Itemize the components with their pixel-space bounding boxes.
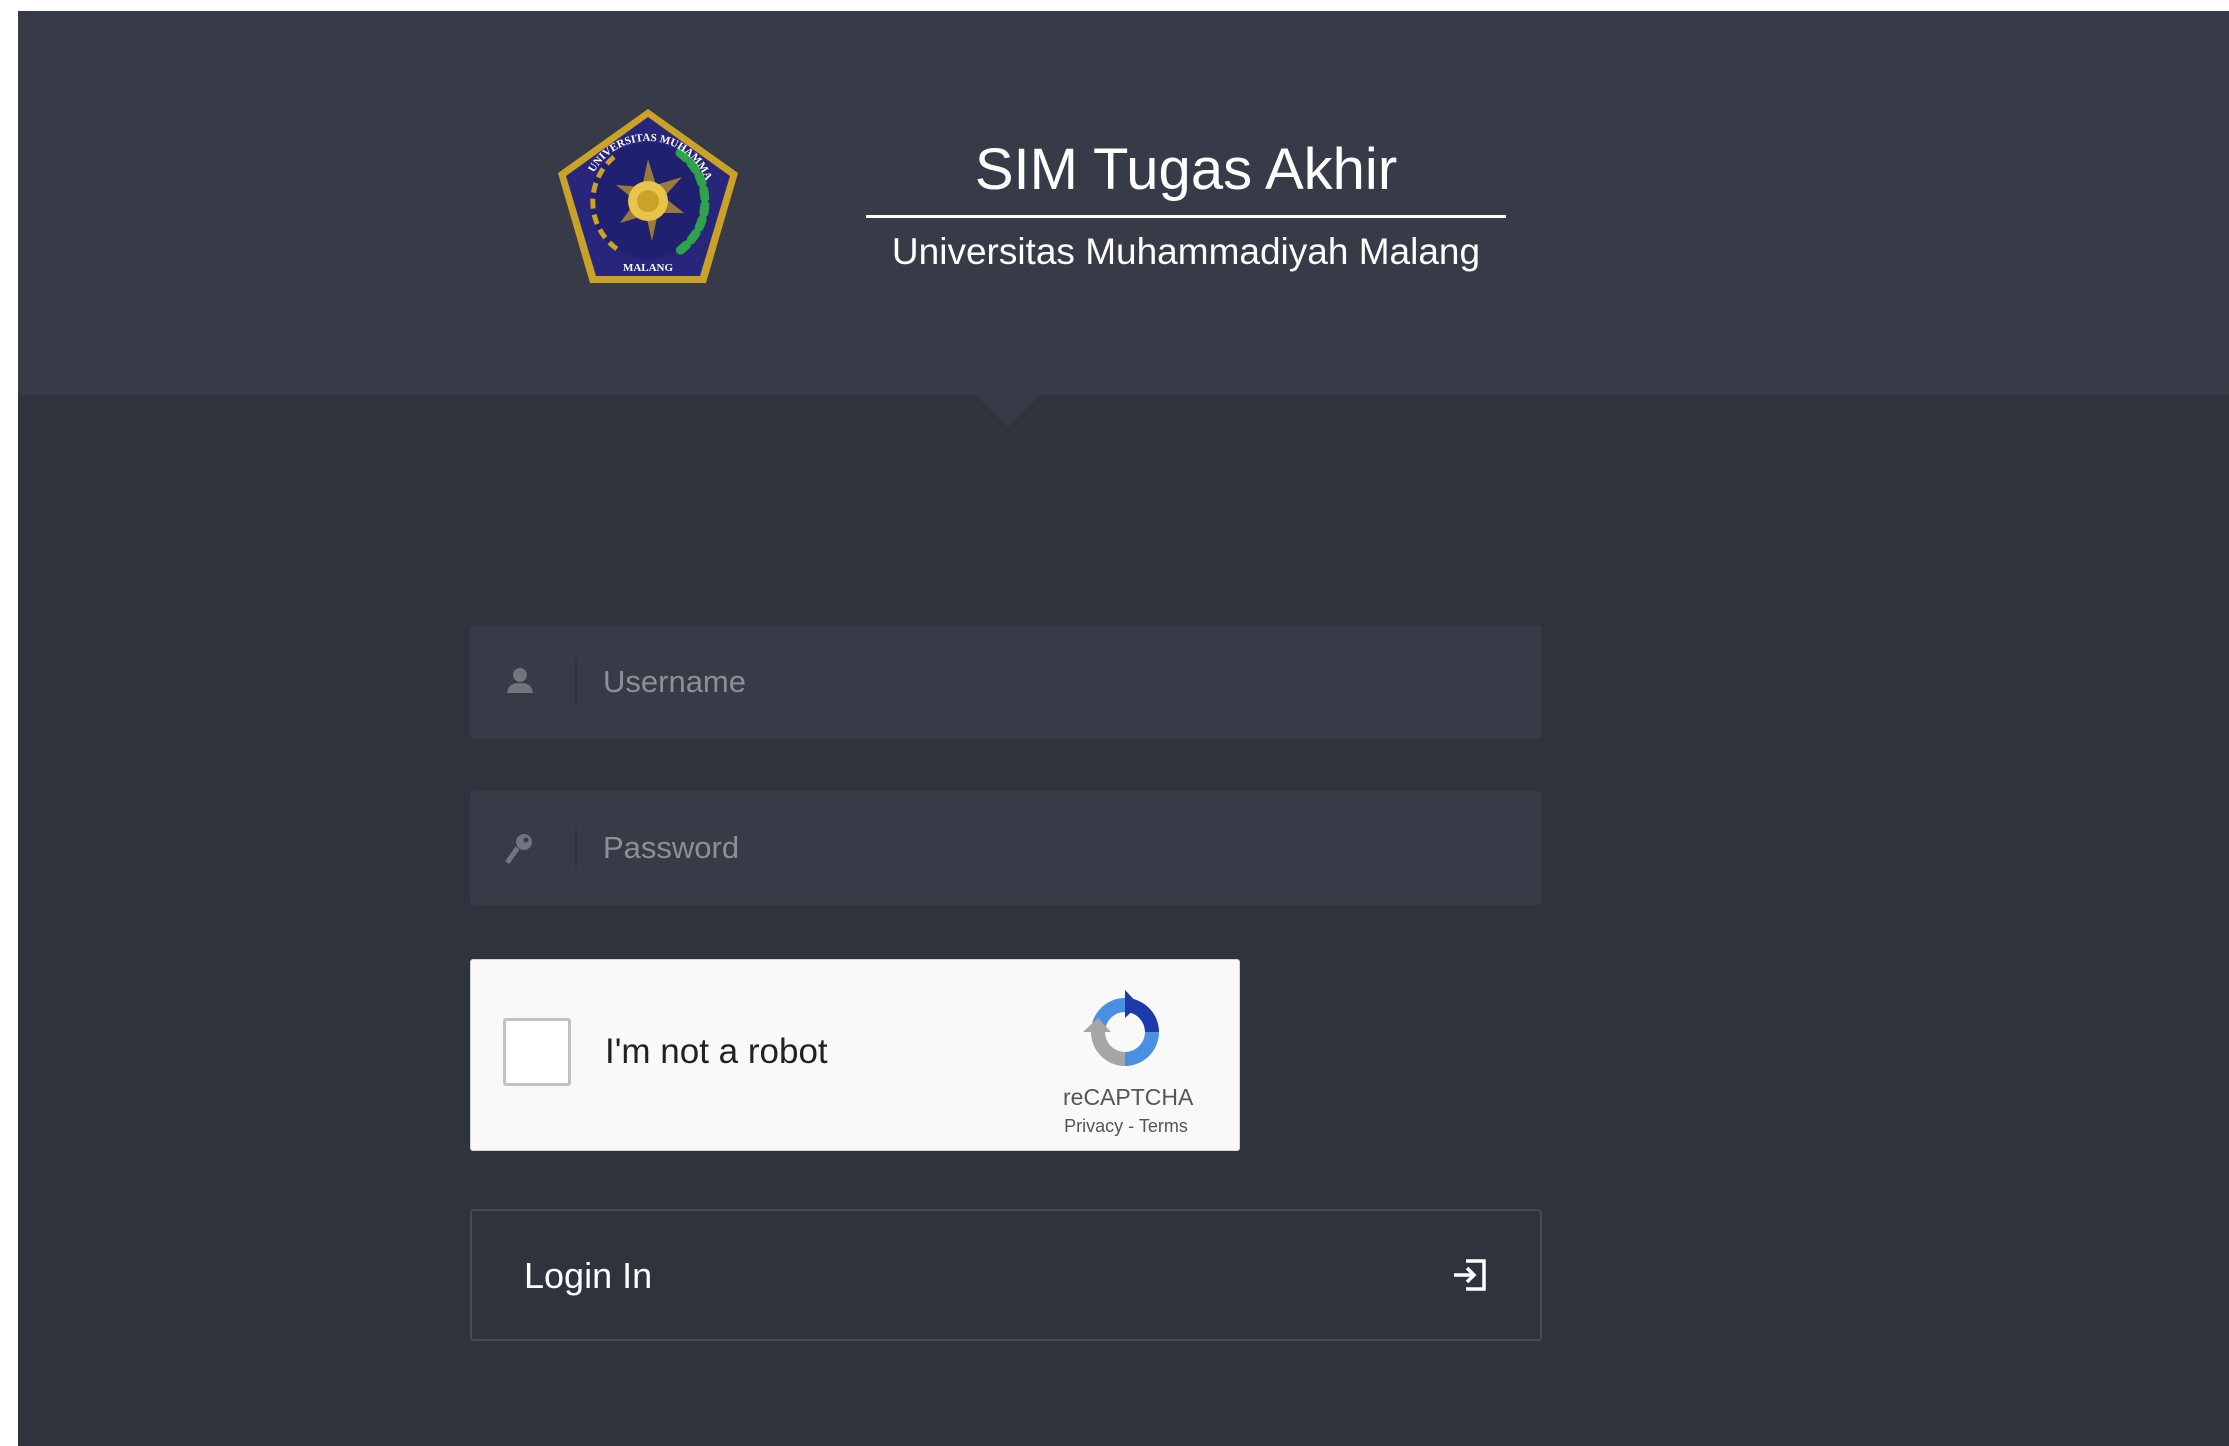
recaptcha-brand: reCAPTCHA bbox=[1063, 1084, 1194, 1110]
university-seal-icon: UNIVERSITAS MUHAMMADIYAH MALANG bbox=[548, 101, 738, 283]
seal-text-bottom: MALANG bbox=[623, 262, 674, 274]
title-block: SIM Tugas Akhir Universitas Muhammadiyah… bbox=[866, 135, 1506, 274]
header-caret bbox=[976, 395, 1040, 427]
username-input[interactable] bbox=[603, 625, 1503, 739]
field-separator bbox=[575, 659, 577, 705]
page-subtitle: Universitas Muhammadiyah Malang bbox=[891, 231, 1481, 272]
password-field[interactable] bbox=[470, 791, 1542, 905]
captcha-label: I'm not a robot bbox=[605, 1032, 828, 1071]
username-field[interactable] bbox=[470, 625, 1542, 739]
login-page: UNIVERSITAS MUHAMMADIYAH MALANG SIM Tuga… bbox=[18, 11, 2229, 1446]
page-title: SIM Tugas Akhir bbox=[866, 135, 1506, 218]
login-button[interactable]: Login In bbox=[470, 1209, 1542, 1341]
password-input[interactable] bbox=[603, 791, 1503, 905]
header: UNIVERSITAS MUHAMMADIYAH MALANG SIM Tuga… bbox=[18, 11, 2229, 395]
user-icon bbox=[507, 668, 533, 693]
sign-in-icon bbox=[1454, 1259, 1486, 1291]
field-separator bbox=[575, 825, 577, 871]
login-label: Login In bbox=[524, 1255, 653, 1296]
recaptcha-icon bbox=[1083, 990, 1159, 1066]
recaptcha-widget: I'm not a robot reCAPTCHA Privacy - Term… bbox=[470, 959, 1240, 1151]
recaptcha-links[interactable]: Privacy - Terms bbox=[1051, 1116, 1201, 1137]
captcha-checkbox[interactable] bbox=[503, 1018, 571, 1086]
key-icon bbox=[505, 834, 532, 865]
